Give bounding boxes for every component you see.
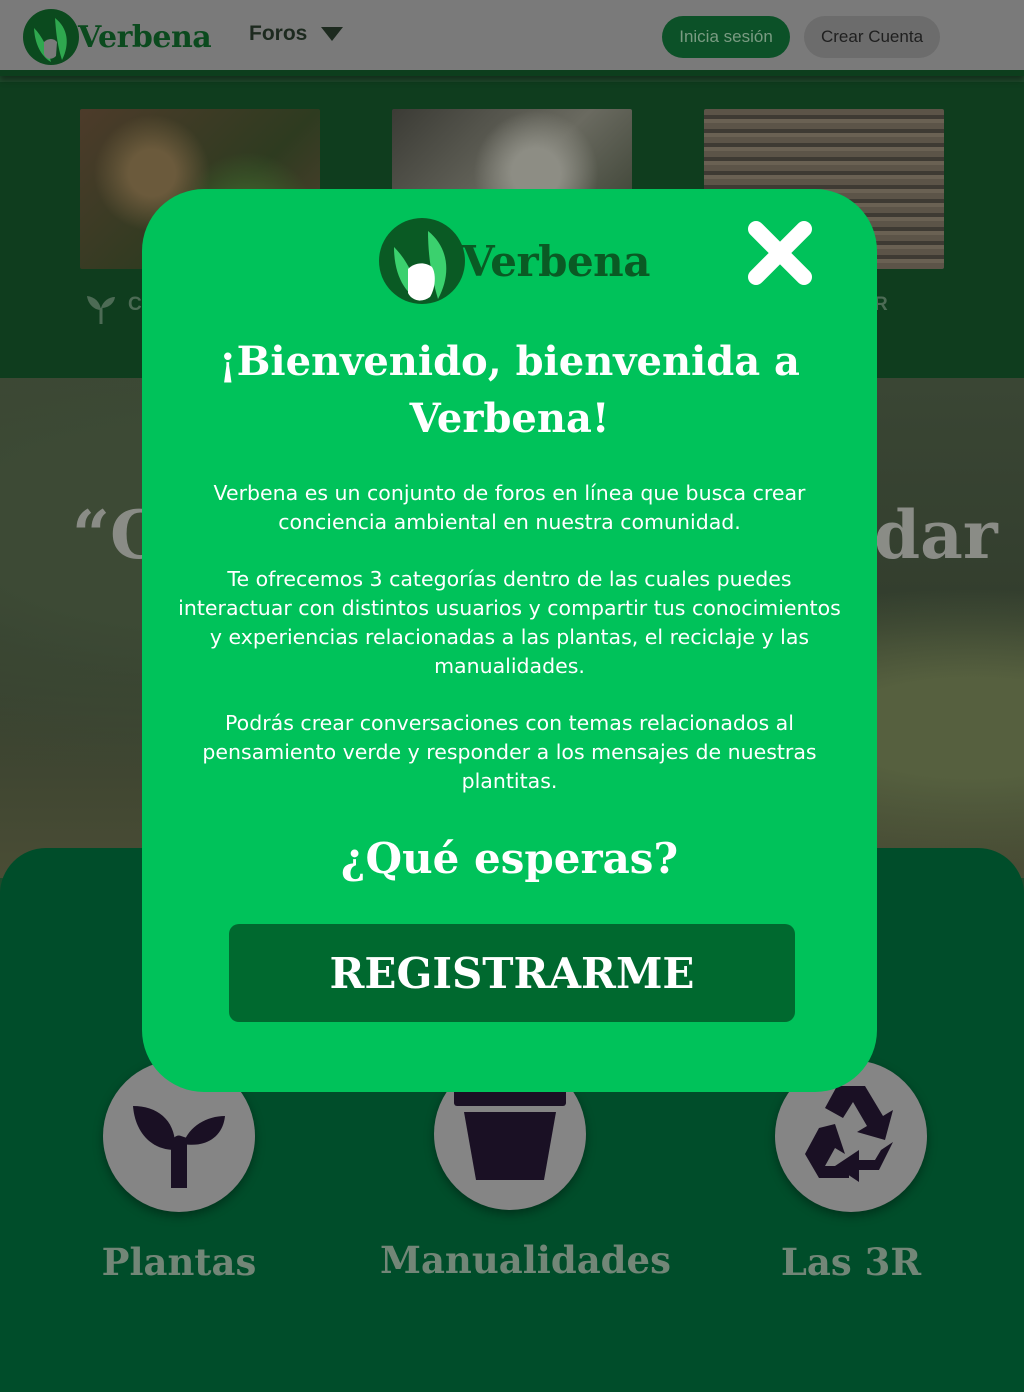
forum-plants-label[interactable]: Plantas: [49, 1240, 309, 1284]
verbena-logo-icon: [379, 218, 465, 304]
plant-icon: [133, 1106, 225, 1188]
caret-down-icon: [321, 27, 344, 41]
flowerpot-icon: [454, 1088, 566, 1180]
verbena-logo-icon: [23, 9, 79, 65]
login-button[interactable]: Inicia sesión: [662, 16, 790, 58]
welcome-modal: Verbena ¡Bienvenido, bienvenida a Verben…: [142, 189, 877, 1092]
modal-cta-heading: ¿Qué esperas?: [340, 834, 679, 883]
forum-3r-label[interactable]: Las 3R: [721, 1240, 981, 1284]
sprout-icon: [87, 296, 115, 324]
header-brand-name: Verbena: [78, 19, 212, 55]
forums-dropdown[interactable]: Foros: [249, 22, 344, 46]
modal-paragraph-intro: Verbena es un conjunto de foros en línea…: [213, 481, 806, 534]
close-icon: [748, 221, 812, 285]
forum-crafts-label[interactable]: Manualidades: [380, 1238, 671, 1282]
register-button[interactable]: REGISTRARME: [229, 924, 795, 1022]
modal-paragraph-conversations: Podrás crear conversaciones con temas re…: [202, 711, 817, 793]
modal-brand-name: Verbena: [462, 236, 650, 286]
forums-menu-label: Foros: [249, 22, 308, 45]
recycle-icon: [805, 1086, 893, 1182]
hero-quote-right: dar: [874, 496, 998, 574]
header-logo[interactable]: Verbena: [22, 8, 212, 66]
modal-title: ¡Bienvenido, bienvenida a Verbena!: [219, 338, 800, 442]
modal-paragraph-categories: Te ofrecemos 3 categorías dentro de las …: [178, 567, 841, 678]
site-header: Verbena Foros Inicia sesión Crear Cuenta: [0, 0, 1024, 76]
modal-logo: Verbena: [378, 217, 650, 305]
strip-label-left: C: [128, 294, 142, 315]
signup-button[interactable]: Crear Cuenta: [804, 16, 940, 58]
close-modal-button[interactable]: [746, 219, 814, 287]
